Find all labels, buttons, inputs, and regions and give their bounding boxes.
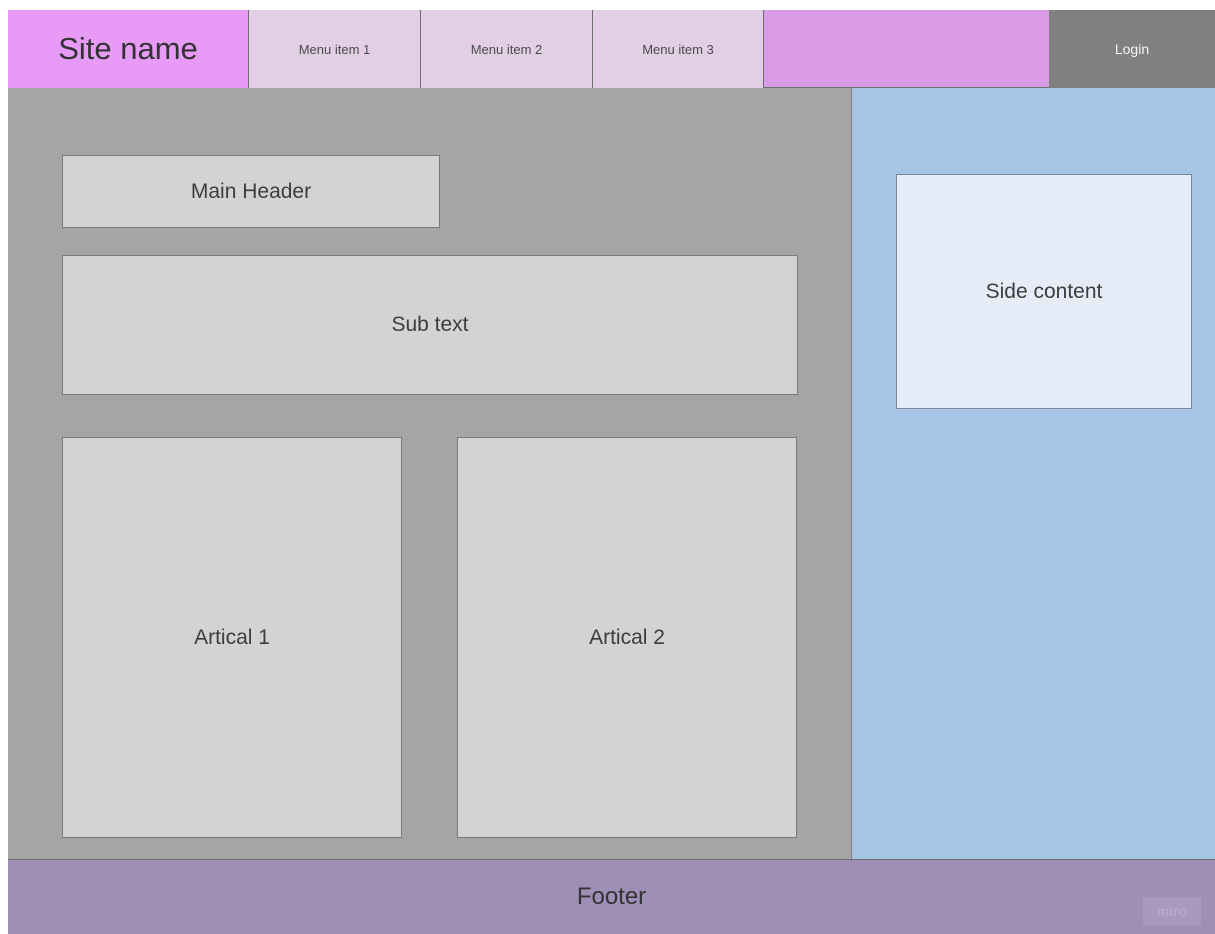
menu-item-2[interactable]: Menu item 2	[421, 10, 593, 88]
menu-item-1[interactable]: Menu item 1	[249, 10, 421, 88]
main-content-area: Main Header Sub text Artical 1 Artical 2	[8, 88, 852, 859]
article-2[interactable]: Artical 2	[457, 437, 797, 838]
article-1[interactable]: Artical 1	[62, 437, 402, 838]
site-name[interactable]: Site name	[8, 10, 249, 88]
top-navigation-bar: Site name Menu item 1 Menu item 2 Menu i…	[8, 10, 1215, 88]
footer: Footer miro	[8, 859, 1215, 934]
side-content: Side content	[896, 174, 1192, 409]
sidebar: Side content	[852, 88, 1215, 859]
main-header: Main Header	[62, 155, 440, 228]
miro-watermark: miro	[1143, 897, 1201, 925]
menu-item-3[interactable]: Menu item 3	[593, 10, 764, 88]
wireframe-page: Site name Menu item 1 Menu item 2 Menu i…	[8, 10, 1215, 934]
sub-text: Sub text	[62, 255, 798, 395]
login-button[interactable]: Login	[1049, 10, 1215, 88]
footer-label: Footer	[576, 883, 647, 910]
